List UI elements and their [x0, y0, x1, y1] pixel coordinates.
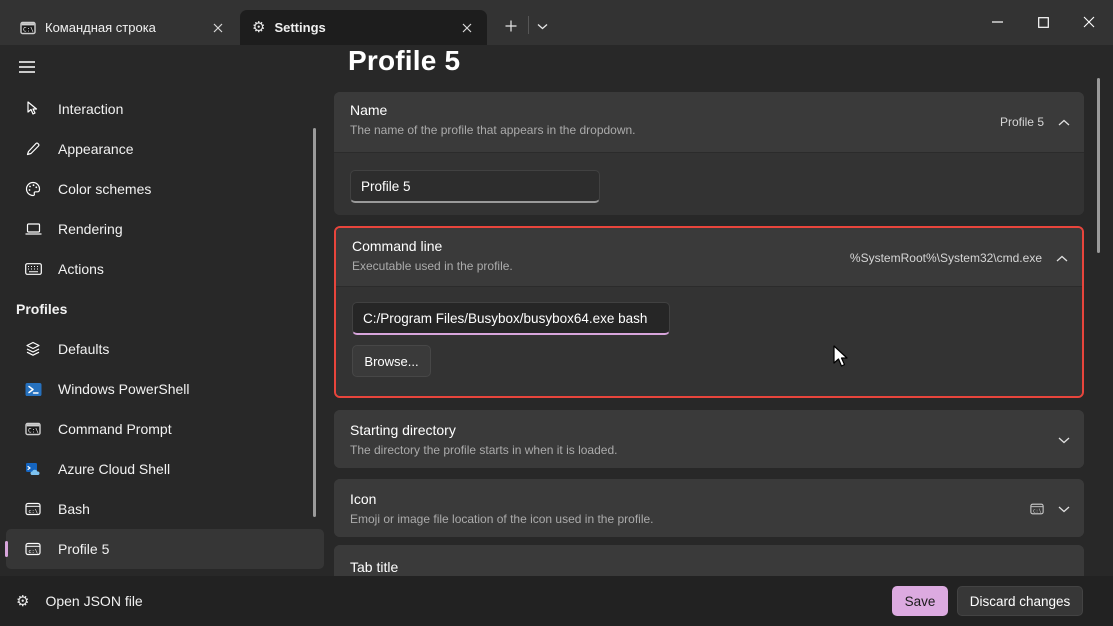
sidebar-item-label: Bash [58, 501, 90, 517]
name-expander-body [334, 152, 1084, 215]
section-title: Name [350, 102, 387, 118]
starting-directory-section: Starting directory The directory the pro… [334, 410, 1084, 468]
tabbar-divider [528, 16, 529, 34]
new-tab-button[interactable] [497, 12, 525, 40]
tab-settings[interactable]: ⚙ Settings [240, 10, 487, 45]
mouse-cursor-icon [23, 101, 43, 117]
svg-text:c:\: c:\ [28, 509, 38, 515]
main-scrollbar[interactable] [1097, 78, 1100, 253]
icon-expander-header[interactable]: Icon Emoji or image file location of the… [334, 479, 1084, 537]
sidebar-item-actions[interactable]: Actions [6, 249, 324, 289]
sidebar-item-label: Appearance [58, 141, 134, 157]
tab-title-section: Tab title [334, 545, 1084, 576]
command-line-section: Command line Executable used in the prof… [334, 226, 1084, 398]
name-input[interactable] [350, 170, 600, 203]
hamburger-menu-icon[interactable] [14, 54, 40, 80]
chevron-down-icon [1058, 506, 1070, 513]
save-button[interactable]: Save [892, 586, 948, 616]
icon-section: Icon Emoji or image file location of the… [334, 479, 1084, 537]
section-title: Icon [350, 491, 376, 507]
layers-icon [23, 341, 43, 357]
section-title: Tab title [350, 559, 398, 575]
svg-text:C:\: C:\ [23, 26, 34, 33]
sidebar-item-interaction[interactable]: Interaction [6, 89, 324, 129]
laptop-icon [23, 222, 43, 236]
minimize-button[interactable] [974, 0, 1020, 44]
section-title: Starting directory [350, 422, 456, 438]
gear-icon: ⚙ [16, 594, 29, 609]
name-expander-header[interactable]: Name The name of the profile that appear… [334, 92, 1084, 152]
azure-cloud-icon [23, 462, 43, 476]
tab-label: Settings [274, 20, 450, 35]
sidebar-item-command-prompt[interactable]: C:\ Command Prompt [6, 409, 324, 449]
sidebar-item-profile-5[interactable]: c:\ Profile 5 [6, 529, 324, 569]
section-current-value: %SystemRoot%\System32\cmd.exe [850, 251, 1042, 265]
name-section: Name The name of the profile that appear… [334, 92, 1084, 215]
powershell-icon [23, 382, 43, 397]
tab-title-expander-header[interactable]: Tab title [334, 545, 1084, 576]
console-window-icon: c:\ [23, 541, 43, 557]
palette-icon [23, 181, 43, 197]
sidebar-scrollbar[interactable] [313, 128, 316, 517]
footer-bar: ⚙ Open JSON file Save Discard changes [0, 576, 1113, 626]
sidebar-item-color-schemes[interactable]: Color schemes [6, 169, 324, 209]
chevron-up-icon [1058, 119, 1070, 126]
section-description: Executable used in the profile. [352, 259, 513, 273]
keyboard-icon [23, 263, 43, 275]
section-title: Command line [352, 238, 442, 254]
open-json-label: Open JSON file [45, 593, 142, 609]
sidebar-item-label: Defaults [58, 341, 109, 357]
sidebar-item-label: Azure Cloud Shell [58, 461, 170, 477]
titlebar: C:\ Командная строка ⚙ Settings [0, 0, 1113, 45]
settings-main-panel: Profile 5 Name The name of the profile t… [330, 45, 1113, 576]
open-json-file-button[interactable]: ⚙ Open JSON file [16, 587, 143, 615]
close-tab-icon[interactable] [210, 20, 226, 36]
svg-text:C:\: C:\ [28, 428, 39, 435]
close-window-button[interactable] [1066, 0, 1112, 44]
settings-sidebar: Interaction Appearance Color schemes Ren… [0, 45, 330, 576]
cmd-window-icon: C:\ [23, 421, 43, 437]
sidebar-item-rendering[interactable]: Rendering [6, 209, 324, 249]
sidebar-item-label: Actions [58, 261, 104, 277]
sidebar-item-windows-powershell[interactable]: Windows PowerShell [6, 369, 324, 409]
tab-label: Командная строка [45, 20, 201, 35]
page-title: Profile 5 [348, 45, 460, 77]
sidebar-item-label: Color schemes [58, 181, 151, 197]
sidebar-item-defaults[interactable]: Defaults [6, 329, 324, 369]
command-line-expander-header[interactable]: Command line Executable used in the prof… [336, 228, 1082, 286]
command-line-input[interactable] [352, 302, 670, 335]
sidebar-item-label: Interaction [58, 101, 123, 117]
profiles-section-header: Profiles [0, 289, 330, 329]
gear-icon: ⚙ [252, 20, 265, 35]
close-tab-icon[interactable] [459, 20, 475, 36]
sidebar-item-label: Windows PowerShell [58, 381, 190, 397]
section-current-value: Profile 5 [1000, 115, 1044, 129]
chevron-up-icon [1056, 255, 1068, 262]
svg-text:c:\: c:\ [1033, 508, 1042, 514]
browse-button[interactable]: Browse... [352, 345, 431, 377]
tab-command-prompt[interactable]: C:\ Командная строка [8, 10, 238, 45]
pen-icon [23, 141, 43, 157]
tab-dropdown-button[interactable] [530, 12, 554, 40]
profile-icon-preview: c:\ [1030, 502, 1044, 516]
cmd-window-icon: C:\ [20, 20, 36, 36]
svg-text:c:\: c:\ [28, 549, 38, 555]
sidebar-item-bash[interactable]: c:\ Bash [6, 489, 324, 529]
maximize-button[interactable] [1020, 0, 1066, 44]
console-window-icon: c:\ [23, 501, 43, 517]
sidebar-item-label: Command Prompt [58, 421, 172, 437]
section-description: The directory the profile starts in when… [350, 443, 617, 457]
sidebar-item-label: Rendering [58, 221, 123, 237]
discard-changes-button[interactable]: Discard changes [957, 586, 1083, 616]
section-description: The name of the profile that appears in … [350, 123, 636, 137]
section-description: Emoji or image file location of the icon… [350, 512, 654, 526]
starting-directory-expander-header[interactable]: Starting directory The directory the pro… [334, 410, 1084, 468]
command-line-expander-body: Browse... [336, 286, 1082, 396]
sidebar-item-label: Profile 5 [58, 541, 109, 557]
chevron-down-icon [1058, 437, 1070, 444]
sidebar-item-azure-cloud-shell[interactable]: Azure Cloud Shell [6, 449, 324, 489]
sidebar-item-appearance[interactable]: Appearance [6, 129, 324, 169]
